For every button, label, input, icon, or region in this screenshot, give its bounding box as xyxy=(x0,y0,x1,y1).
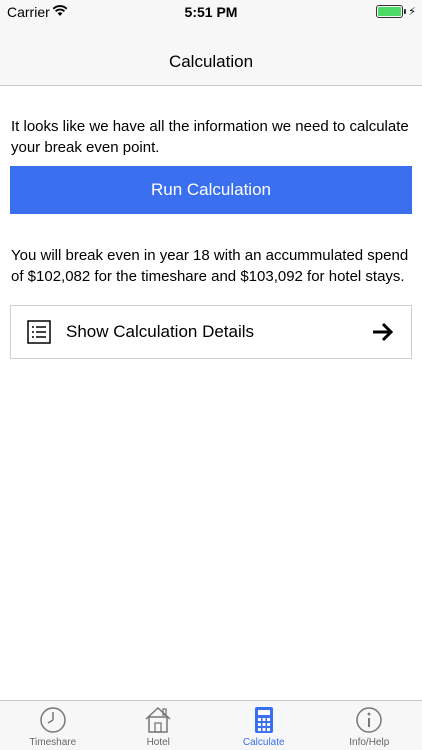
tab-label: Hotel xyxy=(146,737,170,748)
tab-label: Timeshare xyxy=(29,737,77,748)
arrow-right-icon xyxy=(373,322,394,342)
calculator-icon xyxy=(254,707,273,733)
tab-hotel[interactable]: Hotel xyxy=(106,701,212,750)
page-title: Calculation xyxy=(168,52,254,71)
list-icon xyxy=(27,320,51,344)
clock-icon xyxy=(40,707,66,733)
tab-info-help[interactable]: Info/Help xyxy=(317,701,422,750)
show-calculation-details-button[interactable]: Show Calculation Details xyxy=(10,305,412,359)
tab-label: Calculate xyxy=(242,737,285,748)
charging-bolt-icon: ⚡ xyxy=(408,6,416,18)
details-label: Show Calculation Details xyxy=(66,322,255,341)
run-calculation-button[interactable]: Run Calculation xyxy=(10,166,412,214)
tab-calculate[interactable]: Calculate xyxy=(211,701,317,750)
intro-text: It looks like we have all the informatio… xyxy=(11,118,409,156)
info-icon xyxy=(356,707,382,733)
tab-timeshare[interactable]: Timeshare xyxy=(0,701,106,750)
house-icon xyxy=(145,706,171,733)
battery-icon: ⚡ xyxy=(376,5,416,18)
tab-bar: Timeshare Hotel Calculate Info/Help xyxy=(0,700,422,750)
navigation-bar: Calculation xyxy=(0,24,422,86)
status-time: 5:51 PM xyxy=(184,4,238,20)
tab-label: Info/Help xyxy=(349,737,390,748)
status-bar: Carrier 5:51 PM ⚡ xyxy=(0,0,422,24)
result-text: You will break even in year 18 with an a… xyxy=(11,247,409,285)
